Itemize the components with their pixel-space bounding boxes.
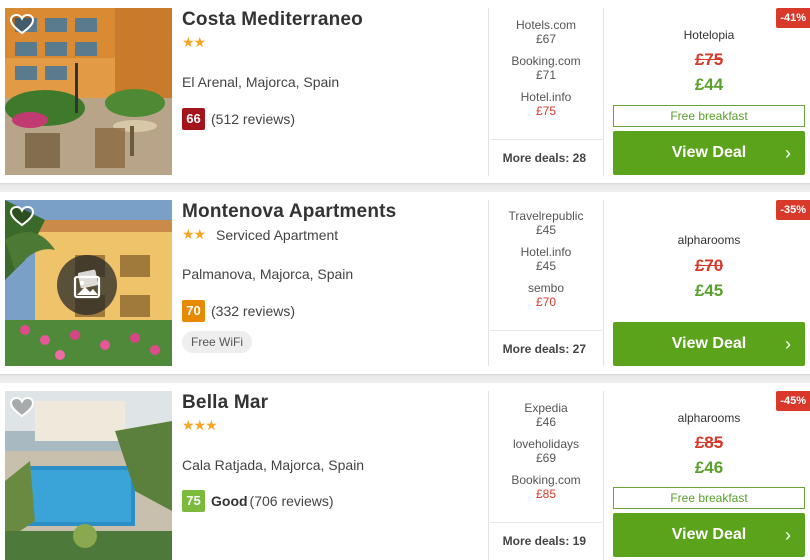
card-separator — [0, 183, 810, 192]
review-count: (332 reviews) — [211, 303, 296, 319]
hotel-photo[interactable] — [5, 200, 172, 366]
hotel-photo[interactable] — [5, 8, 172, 175]
hotel-card-3: Bella Mar ★★★ Cala Ratjada, Majorca, Spa… — [0, 383, 810, 560]
deals-list: Expedia £46 loveholidays £69 Booking.com… — [490, 401, 602, 509]
deal-item[interactable]: Booking.com £71 — [490, 54, 602, 82]
score-badge: 70 — [182, 300, 205, 322]
score-badge: 75 — [182, 490, 205, 512]
view-deal-button[interactable]: View Deal › — [613, 513, 805, 557]
divider — [488, 8, 489, 176]
deal-price: £71 — [535, 68, 557, 82]
old-price: £75 — [694, 50, 724, 69]
star-rating: ★★★ — [182, 417, 218, 433]
view-deal-button[interactable]: View Deal › — [613, 322, 805, 366]
free-breakfast-tag: Free breakfast — [613, 487, 805, 509]
deal-price: £85 — [535, 487, 557, 501]
chevron-right-icon: › — [785, 525, 791, 545]
score-badge: 66 — [182, 108, 205, 130]
deal-price: £67 — [535, 32, 557, 46]
deal-price-main: £45 — [694, 281, 724, 300]
deal-site: Hotel.info — [520, 90, 572, 104]
deal-site: Hotels.com — [515, 18, 577, 32]
hotel-card-1: Costa Mediterraneo ★★ El Arenal, Majorca… — [0, 0, 810, 183]
star-rating: ★★ — [182, 226, 206, 242]
deal-price: £46 — [535, 415, 557, 429]
best-deal-provider: alpharooms — [677, 233, 741, 247]
hotel-location: Cala Ratjada, Majorca, Spain — [182, 457, 365, 473]
heart-outline-icon[interactable] — [9, 395, 35, 419]
hotel-name[interactable]: Costa Mediterraneo — [182, 9, 363, 31]
deal-item[interactable]: loveholidays £69 — [490, 437, 602, 465]
deal-price-main: £46 — [694, 458, 724, 477]
deal-item[interactable]: Expedia £46 — [490, 401, 602, 429]
deal-site: Hotel.info — [520, 245, 572, 259]
divider — [603, 200, 604, 366]
view-deal-label: View Deal — [671, 144, 747, 161]
deal-price: £45 — [535, 223, 557, 237]
best-deal-provider: alpharooms — [677, 411, 741, 425]
hotel-name[interactable]: Montenova Apartments — [182, 201, 396, 223]
hotel-location: Palmanova, Majorca, Spain — [182, 266, 354, 282]
deal-price: £45 — [535, 259, 557, 273]
deal-item[interactable]: Hotels.com £67 — [490, 18, 602, 46]
deal-site: sembo — [527, 281, 565, 295]
review-rating[interactable]: 66 (512 reviews) — [182, 108, 295, 130]
property-type: Serviced Apartment — [216, 227, 339, 243]
deal-site: loveholidays — [512, 437, 580, 451]
deal-item[interactable]: Hotel.info £45 — [490, 245, 602, 273]
hotel-photo[interactable] — [5, 391, 172, 560]
discount-badge: -35% — [776, 200, 810, 220]
more-deals-link[interactable]: More deals: 28 — [490, 139, 602, 175]
deal-item[interactable]: Hotel.info £75 — [490, 90, 602, 118]
divider — [488, 391, 489, 560]
divider — [603, 391, 604, 560]
deal-price-main: £44 — [694, 75, 724, 94]
free-breakfast-tag: Free breakfast — [613, 105, 805, 127]
review-count: (512 reviews) — [211, 111, 296, 127]
view-deal-button[interactable]: View Deal › — [613, 131, 805, 175]
chevron-right-icon: › — [785, 143, 791, 163]
hotel-card-2: Montenova Apartments ★★ Serviced Apartme… — [0, 192, 810, 374]
chevron-right-icon: › — [785, 334, 791, 354]
divider — [488, 200, 489, 366]
more-deals-link[interactable]: More deals: 19 — [490, 522, 602, 558]
deal-price: £70 — [535, 295, 557, 309]
deal-site: Travelrepublic — [508, 209, 584, 223]
divider — [603, 8, 604, 176]
review-count: (706 reviews) — [249, 493, 334, 509]
deal-site: Booking.com — [511, 54, 581, 68]
hotel-name[interactable]: Bella Mar — [182, 392, 268, 414]
review-rating[interactable]: 75 Good (706 reviews) — [182, 490, 334, 512]
hotel-location: El Arenal, Majorca, Spain — [182, 74, 340, 90]
deals-list: Hotels.com £67 Booking.com £71 Hotel.inf… — [490, 18, 602, 126]
review-rating[interactable]: 70 (332 reviews) — [182, 300, 295, 322]
gallery-icon[interactable] — [57, 255, 117, 315]
discount-badge: -45% — [776, 391, 810, 411]
amenity-tag: Free WiFi — [182, 331, 252, 353]
card-separator — [0, 374, 810, 383]
discount-badge: -41% — [776, 8, 810, 28]
best-deal-provider: Hotelopia — [683, 28, 735, 42]
deal-price: £69 — [535, 451, 557, 465]
deal-item[interactable]: Travelrepublic £45 — [490, 209, 602, 237]
more-deals-link[interactable]: More deals: 27 — [490, 330, 602, 366]
old-price: £70 — [694, 256, 724, 275]
view-deal-label: View Deal — [671, 335, 747, 352]
deal-item[interactable]: sembo £70 — [490, 281, 602, 309]
deal-price: £75 — [535, 104, 557, 118]
heart-outline-icon[interactable] — [9, 12, 35, 36]
deals-list: Travelrepublic £45 Hotel.info £45 sembo … — [490, 209, 602, 317]
deal-site: Expedia — [524, 401, 568, 415]
old-price: £85 — [694, 433, 724, 452]
heart-outline-icon[interactable] — [9, 204, 35, 228]
score-label: Good — [211, 493, 248, 509]
view-deal-label: View Deal — [671, 526, 747, 543]
star-rating: ★★ — [182, 34, 206, 50]
deal-item[interactable]: Booking.com £85 — [490, 473, 602, 501]
deal-site: Booking.com — [511, 473, 581, 487]
